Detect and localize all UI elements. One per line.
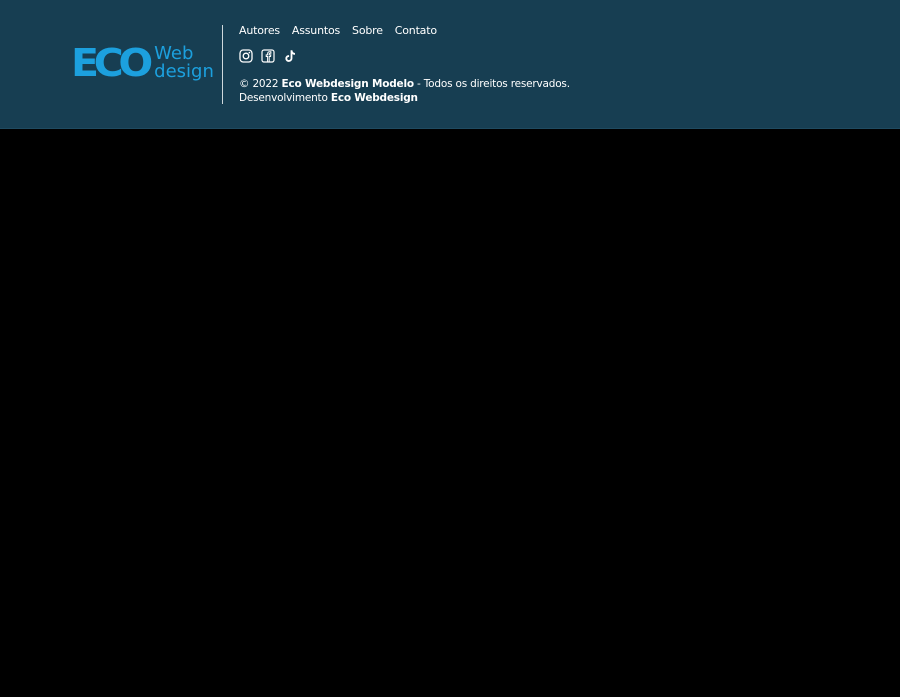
tiktok-icon[interactable] xyxy=(283,49,297,63)
developer-line: Desenvolvimento Eco Webdesign xyxy=(239,91,570,105)
instagram-icon[interactable] xyxy=(239,49,253,63)
nav-link-sobre[interactable]: Sobre xyxy=(352,24,383,37)
eco-webdesign-logo[interactable]: ECO Web design xyxy=(71,41,214,85)
logo-design-text: design xyxy=(154,61,214,82)
copyright-text: © 2022 Eco Webdesign Modelo - Todos os d… xyxy=(239,77,570,105)
social-links xyxy=(239,49,297,63)
nav-link-assuntos[interactable]: Assuntos xyxy=(292,24,340,37)
footer-divider xyxy=(222,25,223,104)
copyright-year: © 2022 xyxy=(239,78,279,90)
logo-eco-text: ECO xyxy=(71,41,153,85)
nav-link-autores[interactable]: Autores xyxy=(239,24,280,37)
developer-link[interactable]: Eco Webdesign xyxy=(331,92,418,104)
copyright-line: © 2022 Eco Webdesign Modelo - Todos os d… xyxy=(239,77,570,91)
copyright-suffix: - Todos os direitos reservados. xyxy=(417,78,570,90)
site-footer: ECO Web design Autores Assuntos Sobre Co… xyxy=(0,0,900,129)
logo-webdesign-text: Web design xyxy=(154,45,214,81)
developer-prefix: Desenvolvimento xyxy=(239,92,328,104)
facebook-icon[interactable] xyxy=(261,49,275,63)
copyright-brand: Eco Webdesign Modelo xyxy=(281,78,415,90)
footer-nav: Autores Assuntos Sobre Contato xyxy=(239,24,437,37)
nav-link-contato[interactable]: Contato xyxy=(395,24,437,37)
